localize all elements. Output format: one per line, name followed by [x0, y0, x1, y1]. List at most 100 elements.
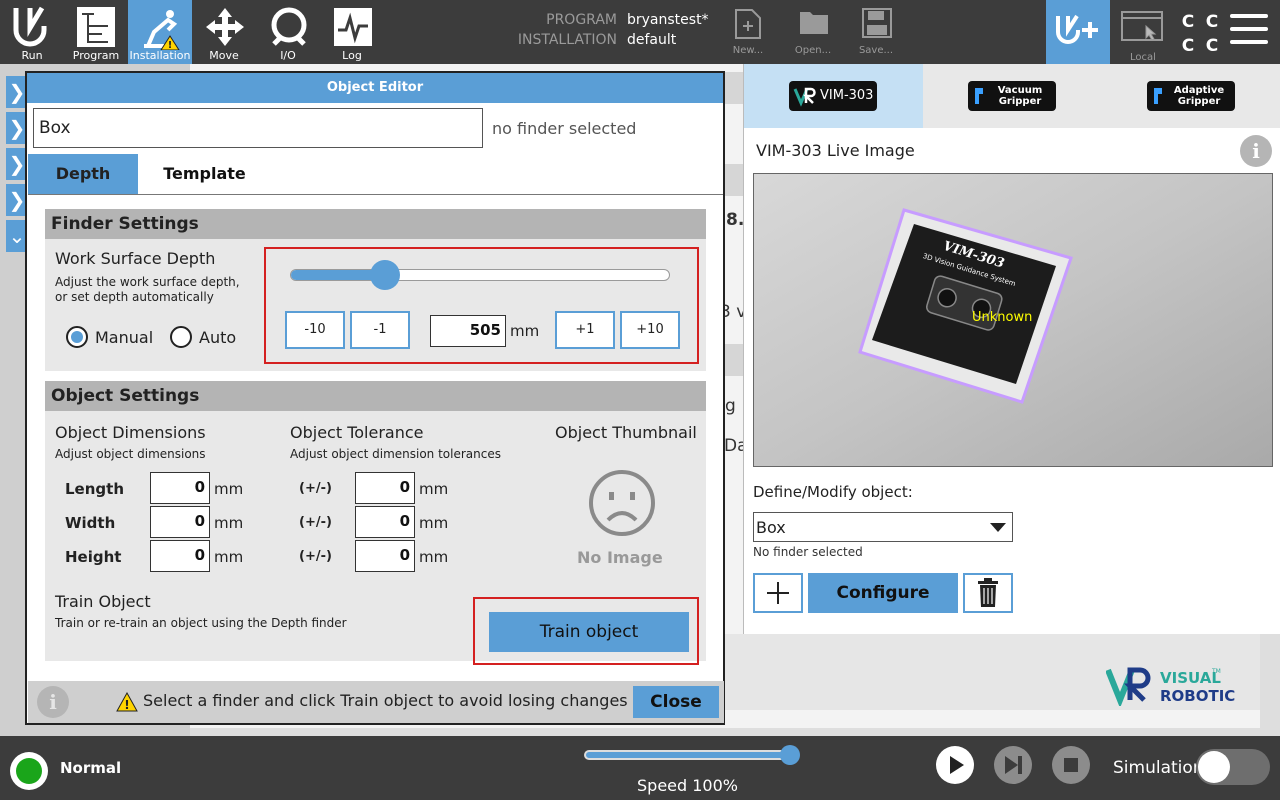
local-button[interactable]: Local: [1112, 0, 1174, 64]
dimensions-label: Object Dimensions: [55, 423, 206, 442]
tab-vim-303[interactable]: VIM-303: [744, 64, 923, 128]
depth-slider-knob[interactable]: [370, 260, 400, 290]
new-file-icon: [735, 9, 761, 39]
width-field[interactable]: 0: [150, 506, 210, 538]
bg-band: [725, 72, 745, 104]
cc-4: C: [1205, 36, 1219, 56]
no-image-text: No Image: [577, 548, 663, 567]
program-value: bryanstest*: [627, 12, 709, 28]
bottom-bar: Normal Speed 100% Simulation: [0, 736, 1280, 800]
width-tol-field[interactable]: 0: [355, 506, 415, 538]
status-indicator-icon[interactable]: [10, 752, 48, 790]
open-button[interactable]: Open...: [783, 0, 843, 64]
step-plus-1-button[interactable]: +1: [555, 311, 615, 349]
nav-installation-label: Installation: [129, 49, 191, 62]
work-surface-label: Work Surface Depth: [55, 249, 216, 268]
tolerance-hint: Adjust object dimension tolerances: [290, 447, 501, 461]
vr-logo-icon: [793, 87, 816, 107]
move-icon: [206, 8, 244, 46]
length-unit: mm: [214, 480, 244, 498]
thumbnail-label: Object Thumbnail: [555, 423, 697, 442]
auto-radio[interactable]: [170, 326, 192, 348]
tab-template[interactable]: Template: [147, 154, 262, 194]
train-object-button[interactable]: Train object: [489, 612, 689, 652]
live-image-title: VIM-303 Live Image: [756, 141, 915, 160]
no-finder-text: No finder selected: [753, 545, 863, 559]
caret-down-icon: [990, 523, 1006, 532]
save-label: Save...: [858, 45, 894, 56]
simulation-toggle[interactable]: [1196, 749, 1270, 785]
nav-io[interactable]: I/O: [256, 0, 320, 64]
nav-run[interactable]: Run: [0, 0, 64, 64]
installation-icon: !: [144, 10, 180, 50]
tab-adaptive-gripper[interactable]: Adaptive Gripper: [1147, 81, 1235, 111]
log-icon: [334, 8, 372, 46]
logo-line2: ROBOTICS: [1160, 687, 1236, 705]
tab-depth[interactable]: Depth: [28, 154, 138, 194]
play-icon: [950, 756, 964, 774]
bg-band: [725, 164, 745, 196]
tab-vacuum-gripper[interactable]: Vacuum Gripper: [968, 81, 1056, 111]
gripper-icon: [1154, 88, 1162, 104]
height-unit: mm: [214, 548, 244, 566]
height-field[interactable]: 0: [150, 540, 210, 572]
cc-1: C: [1181, 12, 1195, 32]
installation-key: INSTALLATION: [517, 32, 617, 48]
define-object-label: Define/Modify object:: [753, 483, 913, 501]
nav-program[interactable]: Program: [64, 0, 128, 64]
simulation-label: Simulation: [1113, 758, 1204, 778]
play-button[interactable]: [936, 746, 974, 784]
bg-band: [725, 344, 745, 376]
info-icon[interactable]: i: [37, 686, 69, 718]
close-button[interactable]: Close: [633, 686, 719, 718]
length-field[interactable]: 0: [150, 472, 210, 504]
delete-object-button[interactable]: [963, 573, 1013, 613]
info-icon[interactable]: i: [1240, 135, 1272, 167]
vacuum-gripper-line1: Vacuum: [997, 85, 1043, 96]
save-button[interactable]: Save...: [846, 0, 906, 64]
nav-log[interactable]: Log: [320, 0, 384, 64]
width-label: Width: [65, 514, 116, 532]
add-object-button[interactable]: [753, 573, 803, 613]
object-select[interactable]: Box: [753, 512, 1013, 542]
nav-run-label: Run: [21, 49, 43, 62]
step-plus-10-button[interactable]: +10: [620, 311, 680, 349]
device-tabs: VIM-303 Vacuum Gripper Adaptive Gripper: [744, 64, 1280, 128]
object-name-input[interactable]: [33, 108, 483, 148]
nav-move[interactable]: Move: [192, 0, 256, 64]
height-tol-field[interactable]: 0: [355, 540, 415, 572]
tab-divider: [28, 194, 723, 195]
stop-icon: [1064, 758, 1078, 772]
depth-value-field[interactable]: 505: [430, 315, 506, 347]
width-unit: mm: [214, 514, 244, 532]
dialog-title: Object Editor: [27, 73, 723, 103]
nav-program-label: Program: [72, 49, 120, 62]
stop-button[interactable]: [1052, 746, 1090, 784]
live-camera-image: VIM-303 3D Vision Guidance System Unknow…: [753, 173, 1273, 467]
depth-unit: mm: [510, 322, 540, 340]
step-minus-1-button[interactable]: -1: [350, 311, 410, 349]
vim-303-tab-label: VIM-303: [820, 88, 874, 103]
urplus-button[interactable]: [1046, 0, 1110, 64]
hamburger-menu-icon[interactable]: [1230, 14, 1268, 50]
step-minus-10-button[interactable]: -10: [285, 311, 345, 349]
trash-icon: [978, 578, 998, 607]
adaptive-gripper-line1: Adaptive: [1173, 85, 1225, 96]
depth-slider-track[interactable]: [290, 269, 670, 281]
vim-303-tag: VIM-303: [789, 81, 877, 111]
speed-label: Speed 100%: [637, 776, 738, 795]
new-button[interactable]: New...: [718, 0, 778, 64]
vim-panel: VIM-303 Vacuum Gripper Adaptive Gripper …: [743, 64, 1280, 634]
local-label: Local: [1130, 52, 1156, 63]
speed-slider-knob[interactable]: [780, 745, 800, 765]
vacuum-gripper-line2: Gripper: [998, 96, 1042, 107]
bg-fragment: g: [725, 396, 736, 416]
top-bar: Run Program ! Installation Move I/O Log …: [0, 0, 1280, 64]
manual-radio[interactable]: [66, 326, 88, 348]
plus-icon: [767, 582, 789, 604]
speed-slider-track[interactable]: [584, 750, 790, 760]
configure-button[interactable]: Configure: [808, 573, 958, 613]
length-tol-field[interactable]: 0: [355, 472, 415, 504]
nav-installation[interactable]: ! Installation: [128, 0, 192, 64]
step-button[interactable]: [994, 746, 1032, 784]
